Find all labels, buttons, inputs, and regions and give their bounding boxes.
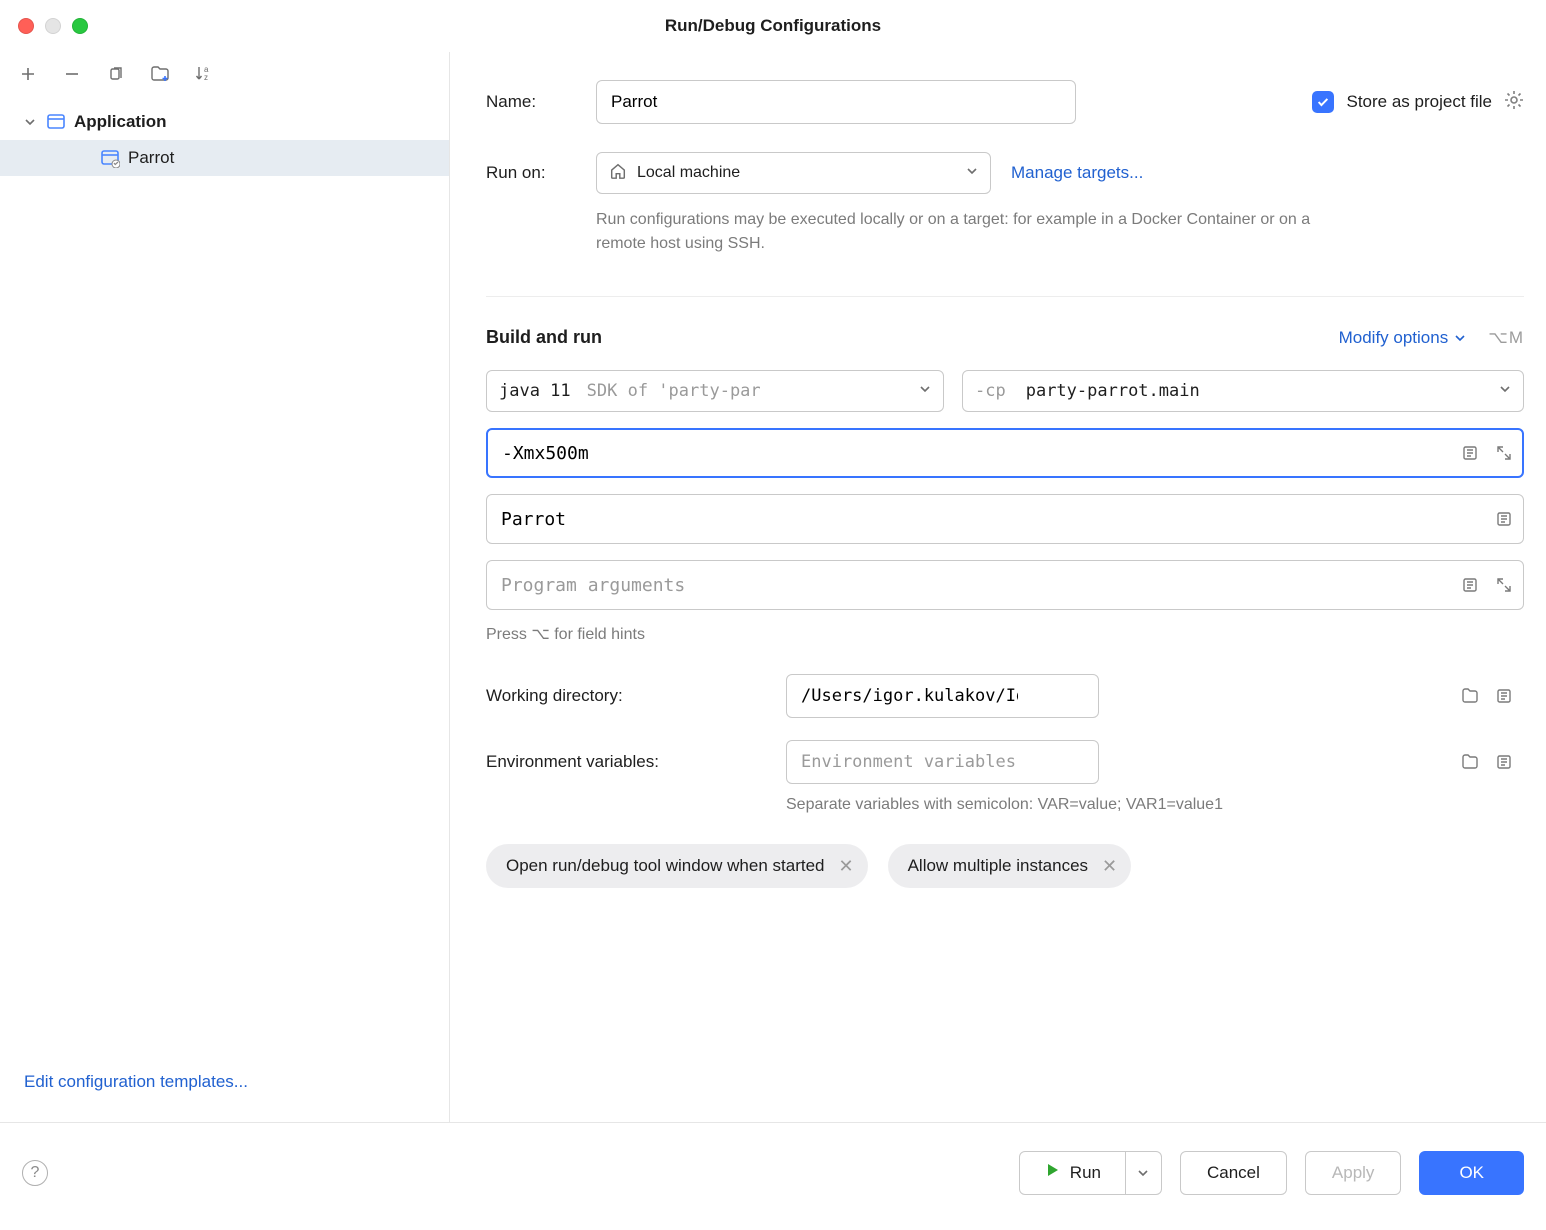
zoom-window-button[interactable] [72, 18, 88, 34]
tree-node-parrot[interactable]: Parrot [0, 140, 449, 176]
name-input[interactable] [596, 80, 1076, 124]
history-icon[interactable] [1494, 509, 1514, 529]
name-label: Name: [486, 92, 596, 112]
working-dir-label: Working directory: [486, 686, 786, 706]
chevron-down-icon [919, 382, 931, 400]
cp-value: party-parrot.main [1026, 381, 1200, 401]
window-title: Run/Debug Configurations [0, 16, 1546, 36]
vm-options-input[interactable] [486, 428, 1524, 478]
run-on-value: Local machine [637, 164, 740, 182]
history-icon[interactable] [1494, 752, 1514, 772]
run-button-group: Run [1019, 1151, 1162, 1195]
jdk-sub-text: SDK of 'party-par [587, 381, 761, 401]
store-label: Store as project file [1346, 92, 1492, 112]
tree-label: Parrot [128, 148, 174, 168]
jdk-main-text: java 11 [499, 381, 571, 401]
cancel-button[interactable]: Cancel [1180, 1151, 1287, 1195]
sidebar-toolbar: az [0, 52, 449, 96]
add-config-button[interactable] [18, 64, 38, 84]
run-dropdown-button[interactable] [1125, 1152, 1161, 1194]
expand-icon[interactable] [1494, 575, 1514, 595]
help-button[interactable]: ? [22, 1160, 48, 1186]
manage-targets-link[interactable]: Manage targets... [1011, 163, 1143, 183]
application-icon [100, 148, 120, 168]
folder-icon[interactable] [1460, 686, 1480, 706]
jdk-select[interactable]: java 11 SDK of 'party-par [486, 370, 944, 412]
titlebar: Run/Debug Configurations [0, 0, 1546, 52]
ok-button[interactable]: OK [1419, 1151, 1524, 1195]
modify-options-link[interactable]: Modify options [1339, 328, 1467, 348]
history-icon[interactable] [1460, 575, 1480, 595]
env-hint: Separate variables with semicolon: VAR=v… [786, 796, 1524, 814]
close-window-button[interactable] [18, 18, 34, 34]
store-as-project-checkbox[interactable] [1312, 91, 1334, 113]
modify-shortcut: ⌥M [1488, 328, 1524, 348]
cp-prefix: -cp [975, 381, 1006, 401]
run-on-hint: Run configurations may be executed local… [596, 208, 1336, 256]
minimize-window-button [45, 18, 61, 34]
gear-icon[interactable] [1504, 90, 1524, 115]
run-on-label: Run on: [486, 163, 596, 183]
play-icon [1044, 1162, 1060, 1183]
apply-button[interactable]: Apply [1305, 1151, 1402, 1195]
main-class-input[interactable] [486, 494, 1524, 544]
history-icon[interactable] [1460, 443, 1480, 463]
remove-config-button[interactable] [62, 64, 82, 84]
folder-add-icon[interactable] [150, 64, 170, 84]
copy-config-button[interactable] [106, 64, 126, 84]
working-dir-input[interactable] [786, 674, 1099, 718]
history-icon[interactable] [1494, 686, 1514, 706]
chevron-down-icon [1499, 382, 1511, 400]
caret-down-icon [24, 115, 38, 129]
folder-icon[interactable] [1460, 752, 1480, 772]
chip-remove-icon[interactable]: ✕ [838, 856, 853, 877]
sort-az-icon[interactable]: az [194, 64, 214, 84]
env-label: Environment variables: [486, 752, 786, 772]
expand-icon[interactable] [1494, 443, 1514, 463]
classpath-select[interactable]: -cp party-parrot.main [962, 370, 1524, 412]
chip-remove-icon[interactable]: ✕ [1102, 856, 1117, 877]
svg-text:z: z [204, 73, 208, 82]
run-on-select[interactable]: Local machine [596, 152, 991, 194]
tree-label: Application [74, 112, 167, 132]
home-icon [609, 162, 627, 185]
field-hint: Press ⌥ for field hints [486, 624, 1524, 644]
chip-open-tool-window[interactable]: Open run/debug tool window when started … [486, 844, 868, 888]
build-run-title: Build and run [486, 327, 602, 348]
env-input[interactable] [786, 740, 1099, 784]
program-args-input[interactable] [486, 560, 1524, 610]
edit-templates-link[interactable]: Edit configuration templates... [0, 1072, 449, 1122]
tree-node-application[interactable]: Application [0, 104, 449, 140]
application-icon [46, 112, 66, 132]
chevron-down-icon [966, 164, 978, 182]
run-button[interactable]: Run [1020, 1152, 1125, 1194]
chip-allow-multiple[interactable]: Allow multiple instances ✕ [888, 844, 1132, 888]
